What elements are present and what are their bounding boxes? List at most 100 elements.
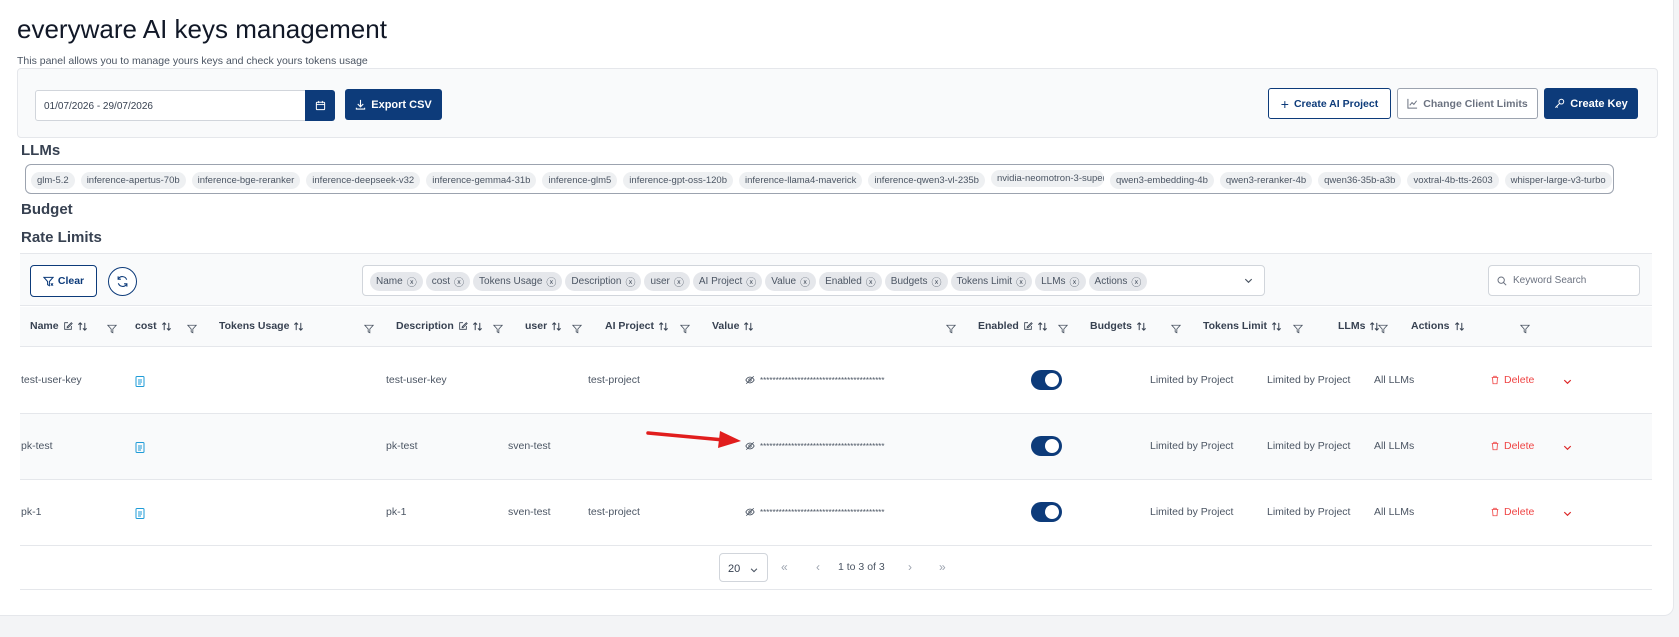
sort-icon[interactable] [293, 321, 304, 332]
delete-button[interactable]: Delete [1490, 374, 1534, 386]
cell-llms: All LLMs [1374, 440, 1415, 452]
remove-icon[interactable]: ⓧ [932, 274, 942, 289]
sort-icon[interactable] [472, 321, 483, 332]
filter-icon[interactable] [571, 321, 583, 339]
column-header-llms[interactable]: LLMs [1338, 320, 1380, 332]
keyword-search-input[interactable]: Keyword Search [1488, 265, 1640, 296]
cost-details-icon[interactable] [135, 440, 145, 458]
remove-icon[interactable]: ⓧ [746, 274, 756, 289]
remove-icon[interactable]: ⓧ [625, 274, 635, 289]
export-csv-button[interactable]: Export CSV [345, 89, 442, 120]
page-size-select[interactable]: 20 [719, 553, 768, 582]
sort-icon[interactable] [1136, 321, 1147, 332]
column-header-user[interactable]: user [525, 320, 562, 332]
delete-button[interactable]: Delete [1490, 440, 1534, 452]
remove-icon[interactable]: ⓧ [674, 274, 684, 289]
column-chip-value[interactable]: Value ⓧ [765, 272, 817, 291]
filter-icon[interactable] [1292, 321, 1304, 339]
column-chip-enabled[interactable]: Enabled ⓧ [819, 272, 882, 291]
sort-icon[interactable] [551, 321, 562, 332]
remove-icon[interactable]: ⓧ [546, 274, 556, 289]
filter-icon[interactable] [492, 321, 504, 339]
date-range-input[interactable]: 01/07/2026 - 29/07/2026 [35, 90, 308, 121]
create-ai-project-button[interactable]: + Create AI Project [1268, 88, 1391, 119]
column-header-actions[interactable]: Actions [1411, 320, 1465, 332]
refresh-button[interactable] [108, 267, 137, 296]
filter-icon[interactable] [1057, 321, 1069, 339]
toolbar: 01/07/2026 - 29/07/2026 Export CSV + Cre… [17, 68, 1658, 138]
column-header-budgets[interactable]: Budgets [1090, 320, 1147, 332]
change-client-limits-button[interactable]: Change Client Limits [1397, 88, 1538, 119]
filter-icon[interactable] [1170, 321, 1182, 339]
remove-icon[interactable]: ⓧ [800, 274, 810, 289]
column-header-ai-project[interactable]: AI Project [605, 320, 669, 332]
next-page-icon[interactable]: › [908, 560, 912, 574]
expand-row-icon[interactable] [1562, 374, 1573, 392]
sort-icon[interactable] [658, 321, 669, 332]
column-chip-tokens-usage[interactable]: Tokens Usage ⓧ [473, 272, 563, 291]
filter-icon[interactable] [1519, 321, 1531, 339]
filter-icon[interactable] [679, 321, 691, 339]
column-chip-name[interactable]: Name ⓧ [370, 272, 423, 291]
column-chip-llms[interactable]: LLMs ⓧ [1035, 272, 1086, 291]
remove-icon[interactable]: ⓧ [1131, 274, 1141, 289]
cost-details-icon[interactable] [135, 506, 145, 524]
sort-icon[interactable] [77, 321, 88, 332]
column-header-enabled[interactable]: Enabled [978, 320, 1048, 332]
enabled-toggle[interactable] [1031, 370, 1062, 390]
column-chip-tokens-limit[interactable]: Tokens Limit ⓧ [950, 272, 1033, 291]
column-chip-user[interactable]: user ⓧ [644, 272, 690, 291]
page-subtitle: This panel allows you to manage yours ke… [17, 55, 368, 67]
budget-heading: Budget [21, 201, 73, 218]
column-chip-actions[interactable]: Actions ⓧ [1088, 272, 1148, 291]
column-header-name[interactable]: Name [30, 320, 88, 332]
calendar-button[interactable] [305, 90, 335, 121]
filter-icon[interactable] [1377, 321, 1389, 339]
column-selector[interactable]: Name ⓧ cost ⓧ Tokens Usage ⓧ Description ⓧ user ⓧ… [362, 265, 1265, 296]
chevron-down-icon[interactable] [1243, 275, 1254, 286]
create-key-button[interactable]: Create Key [1544, 88, 1638, 119]
sort-icon[interactable] [161, 321, 172, 332]
eye-off-icon[interactable] [745, 441, 755, 454]
llm-chip: whisper-large-v3-turbo [1504, 172, 1612, 189]
column-chip-budgets[interactable]: Budgets ⓧ [884, 272, 948, 291]
prev-page-icon[interactable]: ‹ [816, 560, 820, 574]
column-chip-cost[interactable]: cost ⓧ [425, 272, 471, 291]
first-page-icon[interactable]: « [781, 560, 788, 574]
sort-icon[interactable] [1454, 321, 1465, 332]
remove-icon[interactable]: ⓧ [407, 274, 417, 289]
expand-row-icon[interactable] [1562, 506, 1573, 524]
sort-icon[interactable] [743, 321, 754, 332]
column-chip-ai-project[interactable]: AI Project ⓧ [692, 272, 763, 291]
export-csv-label: Export CSV [371, 98, 432, 111]
enabled-toggle[interactable] [1031, 436, 1062, 456]
filter-icon[interactable] [363, 321, 375, 339]
column-header-label: AI Project [605, 320, 655, 332]
delete-button[interactable]: Delete [1490, 506, 1534, 518]
clear-filters-button[interactable]: Clear [30, 265, 97, 297]
remove-icon[interactable]: ⓧ [1016, 274, 1026, 289]
expand-row-icon[interactable] [1562, 440, 1573, 458]
column-header-tokens-limit[interactable]: Tokens Limit [1203, 320, 1282, 332]
remove-icon[interactable]: ⓧ [1070, 274, 1080, 289]
filter-icon[interactable] [186, 321, 198, 339]
filter-icon[interactable] [945, 321, 957, 339]
filter-icon[interactable] [106, 321, 118, 339]
eye-off-icon[interactable] [745, 375, 755, 388]
last-page-icon[interactable]: » [939, 560, 946, 574]
column-chip-description[interactable]: Description ⓧ [565, 272, 642, 291]
column-header-cost[interactable]: cost [135, 320, 172, 332]
enabled-toggle[interactable] [1031, 502, 1062, 522]
column-header-tokens-usage[interactable]: Tokens Usage [219, 320, 304, 332]
llm-chip: inference-gemma4-31b [426, 172, 537, 189]
sort-icon[interactable] [1271, 321, 1282, 332]
delete-label: Delete [1504, 374, 1535, 386]
chip-label: Tokens Limit [956, 276, 1013, 287]
eye-off-icon[interactable] [745, 507, 755, 520]
remove-icon[interactable]: ⓧ [454, 274, 464, 289]
column-header-description[interactable]: Description [396, 320, 483, 332]
remove-icon[interactable]: ⓧ [866, 274, 876, 289]
sort-icon[interactable] [1037, 321, 1048, 332]
column-header-value[interactable]: Value [712, 320, 754, 332]
cost-details-icon[interactable] [135, 374, 145, 392]
